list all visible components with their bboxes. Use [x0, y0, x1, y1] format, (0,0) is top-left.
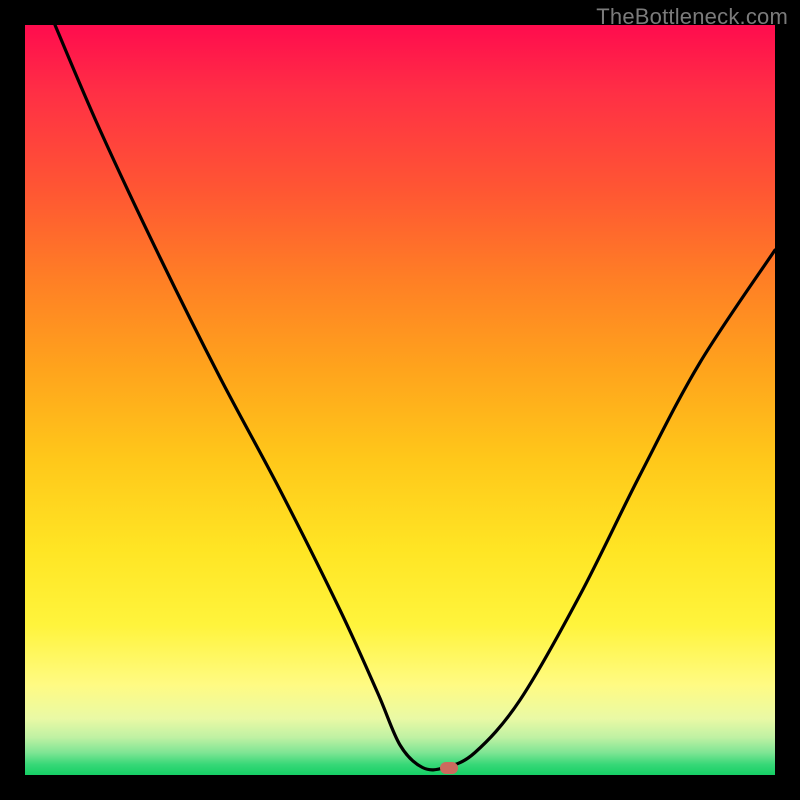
chart-background-gradient	[25, 25, 775, 775]
chart-frame: TheBottleneck.com	[0, 0, 800, 800]
watermark-text: TheBottleneck.com	[596, 4, 788, 30]
bottleneck-marker	[440, 762, 458, 774]
